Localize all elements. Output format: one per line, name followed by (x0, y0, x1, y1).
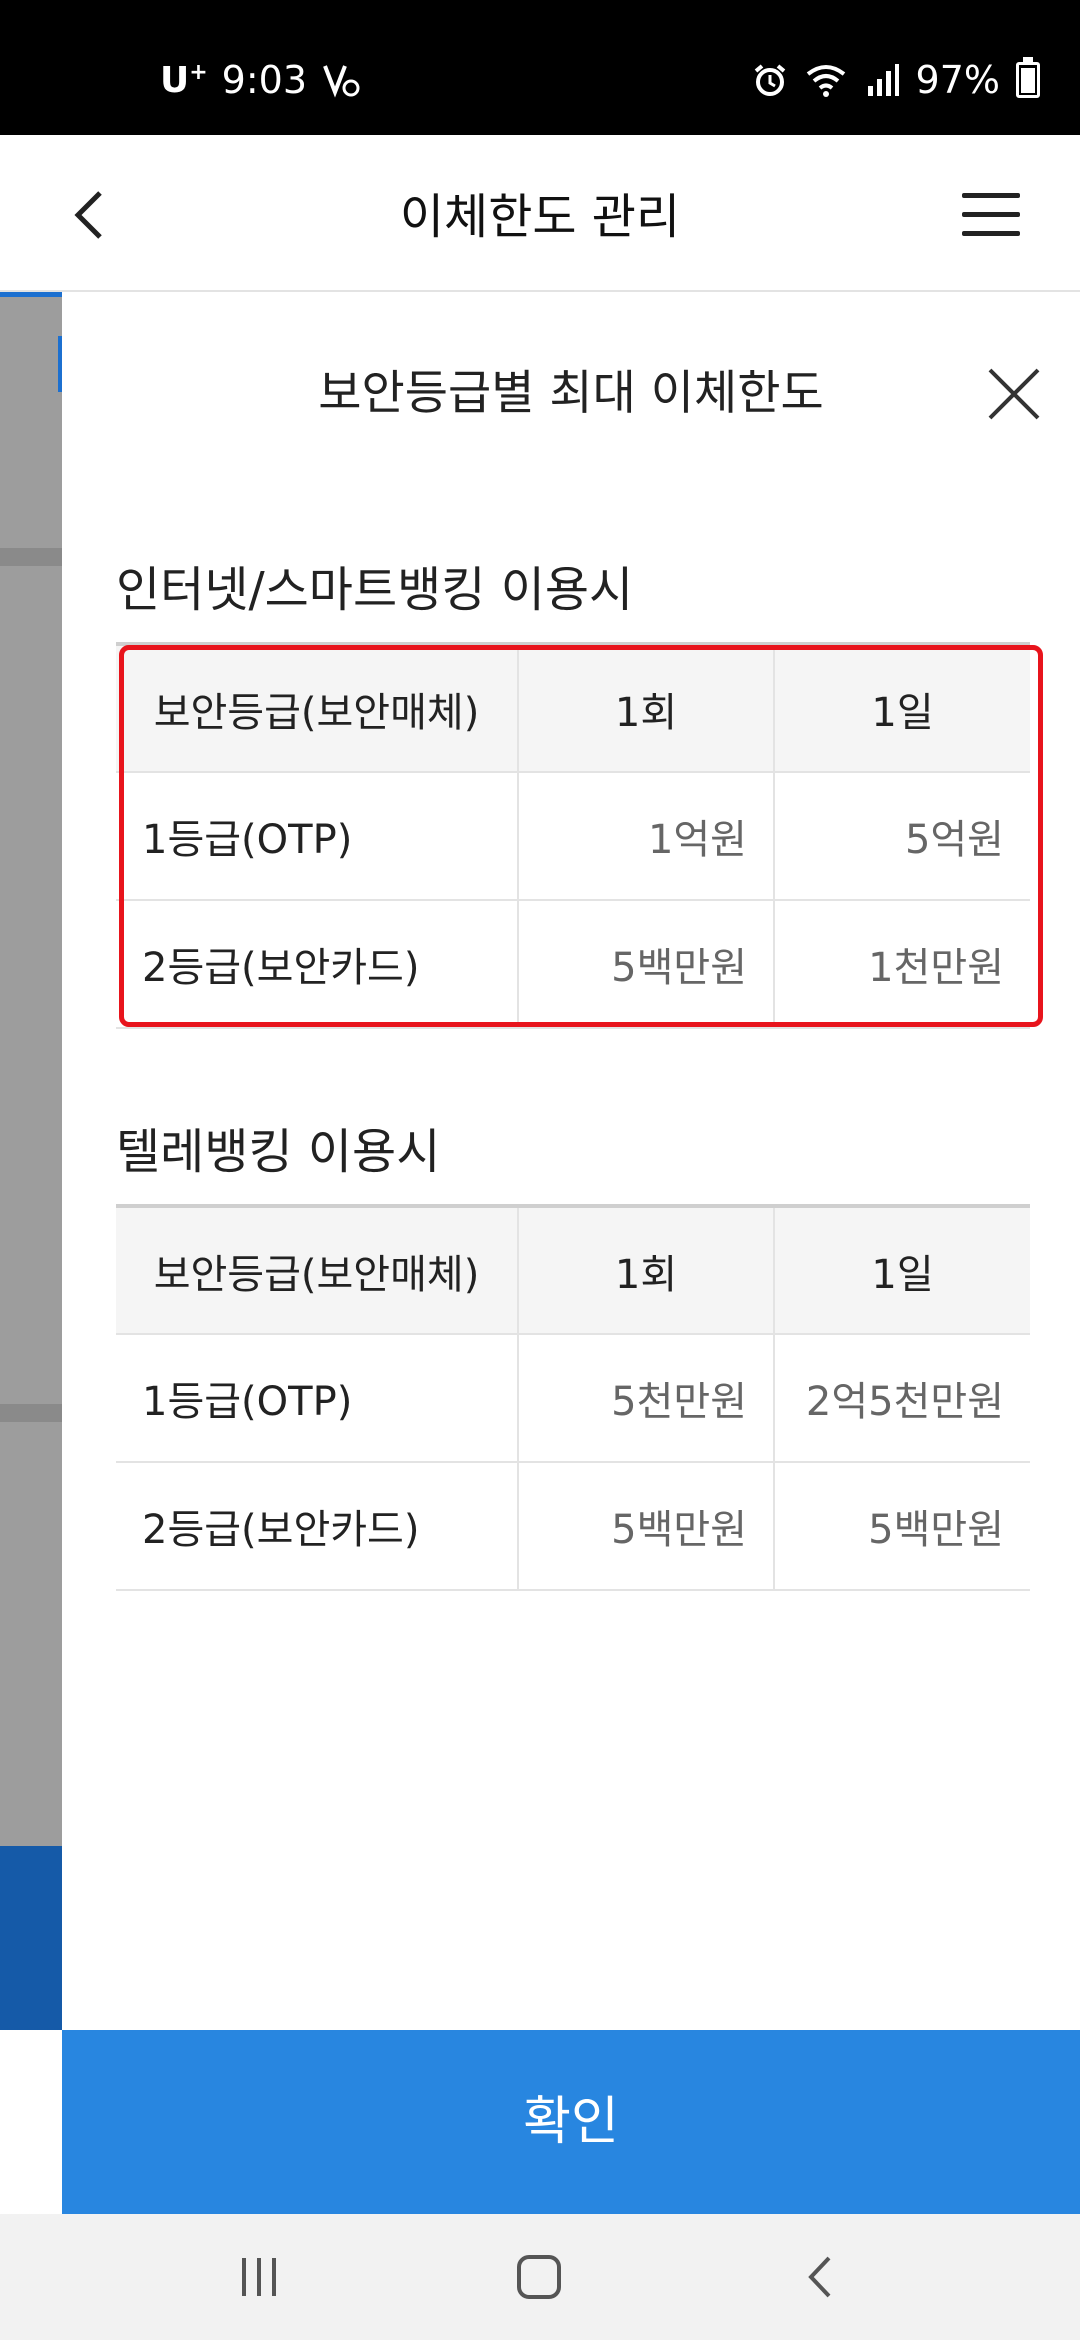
grade-cell: 2등급(보안카드) (116, 1462, 519, 1591)
section-title-internet-banking: 인터넷/스마트뱅킹 이용시 (116, 562, 634, 618)
highlight-box (119, 645, 1043, 1027)
home-icon[interactable] (514, 2252, 564, 2302)
modal-title: 보안등급별 최대 이체한도 (318, 366, 824, 421)
status-time: 9:03 (221, 58, 308, 102)
status-bar: U+ 9:03 97% (0, 0, 1080, 135)
per-day-cell: 5백만원 (774, 1462, 1030, 1591)
header-security-grade: 보안등급(보안매체) (116, 1206, 519, 1335)
telebanking-limit-table: 보안등급(보안매체) 1회 1일 1등급(OTP) 5천만원 2억5천만원 2등… (116, 1204, 1030, 1591)
table-header-row: 보안등급(보안매체) 1회 1일 (116, 1206, 1030, 1335)
close-icon[interactable] (984, 364, 1044, 424)
background-page-strip (0, 292, 62, 2030)
per-day-cell: 2억5천만원 (774, 1334, 1030, 1463)
wifi-icon (806, 65, 845, 97)
back-icon[interactable] (796, 2252, 846, 2302)
recent-apps-icon[interactable] (234, 2252, 284, 2302)
battery-icon (1016, 57, 1040, 98)
per-transfer-cell: 5천만원 (518, 1334, 775, 1463)
grade-cell: 1등급(OTP) (116, 1334, 519, 1463)
app-header: 이체한도 관리 (0, 135, 1080, 292)
carrier-label: U+ (160, 59, 208, 101)
battery-percent: 97% (915, 58, 1000, 102)
volte-icon (323, 65, 360, 98)
page-title: 이체한도 관리 (399, 189, 681, 245)
header-per-day: 1일 (774, 1206, 1030, 1335)
section-title-telebanking: 텔레뱅킹 이용시 (116, 1124, 441, 1180)
alarm-icon (754, 64, 785, 96)
confirm-button[interactable]: 확인 (62, 2030, 1080, 2214)
header-per-transfer: 1회 (518, 1206, 775, 1335)
system-nav-bar (0, 2214, 1080, 2340)
hamburger-menu-icon[interactable] (962, 193, 1020, 237)
per-transfer-cell: 5백만원 (518, 1462, 775, 1591)
table-row: 1등급(OTP) 5천만원 2억5천만원 (116, 1334, 1030, 1463)
transfer-limit-modal: 보안등급별 최대 이체한도 인터넷/스마트뱅킹 이용시 보안등급(보안매체) 1… (62, 292, 1080, 2030)
signal-icon (867, 64, 899, 96)
table-row: 2등급(보안카드) 5백만원 5백만원 (116, 1462, 1030, 1591)
